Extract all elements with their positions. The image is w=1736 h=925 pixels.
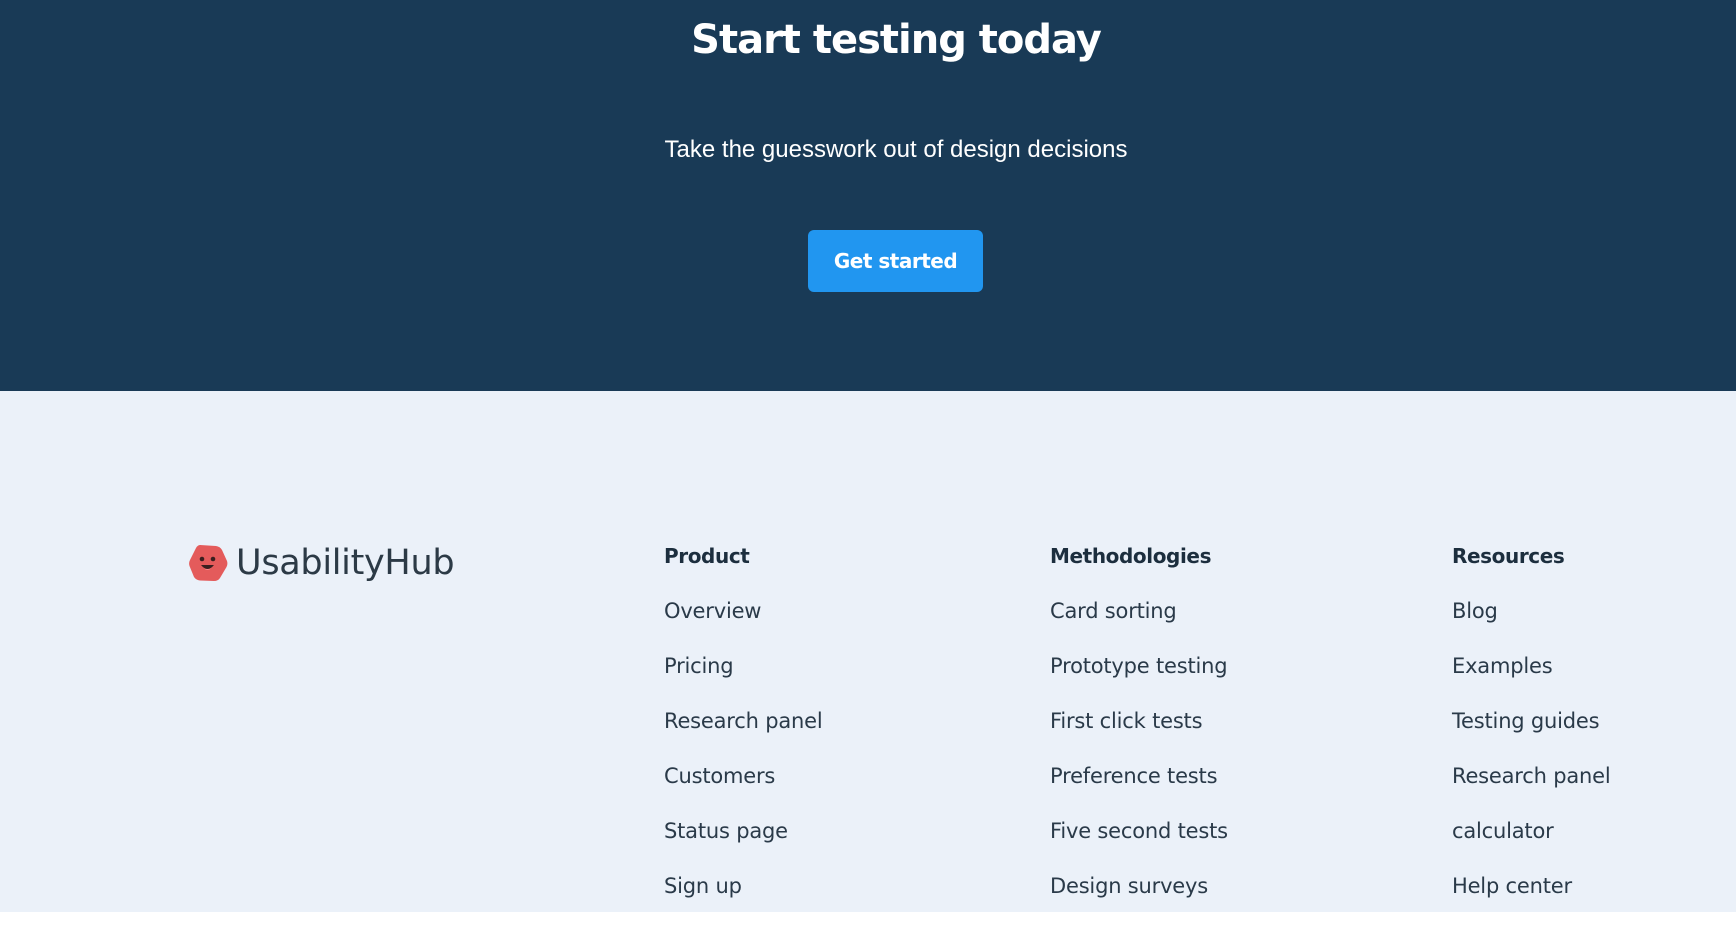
footer-link-prototype-testing[interactable]: Prototype testing bbox=[1050, 650, 1228, 705]
footer-link-research-panel[interactable]: Research panel bbox=[664, 705, 823, 760]
smiley-hexagon-logo-icon bbox=[189, 545, 228, 581]
footer-link-preference-tests[interactable]: Preference tests bbox=[1050, 760, 1228, 815]
footer-link-status-page[interactable]: Status page bbox=[664, 815, 822, 870]
cta-section: Start testing today Take the guesswork o… bbox=[0, 0, 1736, 391]
footer-link-help-center[interactable]: Help center bbox=[1452, 870, 1610, 925]
cta-subtitle: Take the guesswork out of design decisio… bbox=[664, 136, 1128, 163]
footer-column-product: Product Overview Pricing Research panel … bbox=[664, 540, 823, 925]
footer-link-research-panel-resources[interactable]: Research panel bbox=[1452, 760, 1611, 815]
footer-link-customers[interactable]: Customers bbox=[664, 760, 822, 815]
footer-link-first-click-tests[interactable]: First click tests bbox=[1050, 705, 1228, 760]
footer-link-design-surveys[interactable]: Design surveys bbox=[1050, 870, 1228, 925]
footer-link-sign-up[interactable]: Sign up bbox=[664, 870, 822, 925]
logo-text: UsabilityHub bbox=[236, 543, 455, 583]
footer-link-overview[interactable]: Overview bbox=[664, 595, 822, 650]
usabilityhub-logo[interactable]: UsabilityHub bbox=[188, 542, 455, 584]
footer-column-methodologies: Methodologies Card sorting Prototype tes… bbox=[1050, 540, 1228, 925]
get-started-button[interactable]: Get started bbox=[808, 230, 983, 292]
footer-heading-resources: Resources bbox=[1452, 544, 1565, 568]
footer-link-blog[interactable]: Blog bbox=[1452, 595, 1610, 650]
footer-column-resources: Resources Blog Examples Testing guides R… bbox=[1452, 540, 1611, 925]
footer-heading-product: Product bbox=[664, 544, 750, 568]
footer-link-testing-guides[interactable]: Testing guides bbox=[1452, 705, 1610, 760]
footer-link-pricing[interactable]: Pricing bbox=[664, 650, 822, 705]
footer-heading-methodologies: Methodologies bbox=[1050, 544, 1212, 568]
footer-link-examples[interactable]: Examples bbox=[1452, 650, 1610, 705]
cta-title: Start testing today bbox=[691, 17, 1102, 63]
footer-link-five-second-tests[interactable]: Five second tests bbox=[1050, 815, 1228, 870]
footer-link-calculator[interactable]: calculator bbox=[1452, 815, 1610, 870]
footer-link-card-sorting[interactable]: Card sorting bbox=[1050, 595, 1228, 650]
